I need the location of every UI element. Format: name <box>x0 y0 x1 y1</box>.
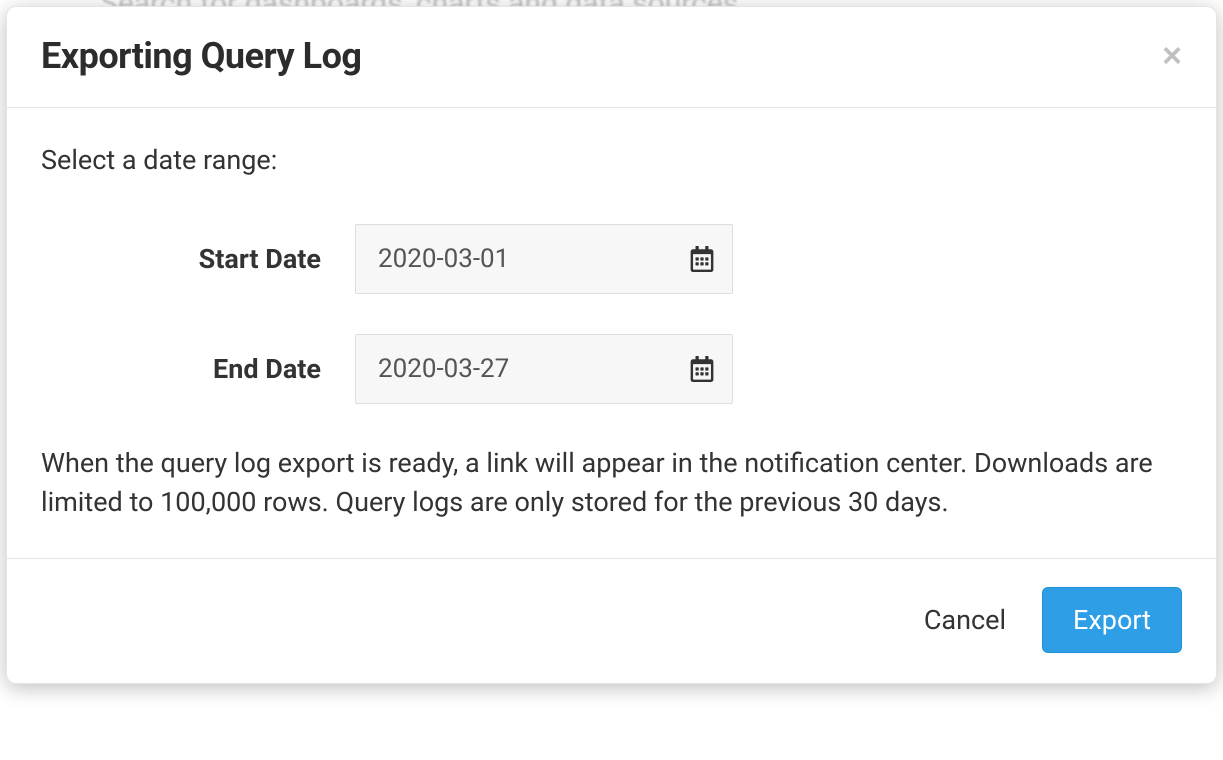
start-date-input[interactable] <box>355 224 733 294</box>
export-info-text: When the query log export is ready, a li… <box>41 444 1182 522</box>
export-button[interactable]: Export <box>1042 587 1182 653</box>
end-date-input[interactable] <box>355 334 733 404</box>
date-range-prompt: Select a date range: <box>41 144 1182 176</box>
end-date-field-wrap <box>355 334 733 404</box>
start-date-field-wrap <box>355 224 733 294</box>
start-date-row: Start Date <box>41 224 1182 294</box>
start-date-label: Start Date <box>41 243 355 275</box>
modal-body: Select a date range: Start Date End Date… <box>7 108 1216 558</box>
modal-header: Exporting Query Log × <box>7 7 1216 108</box>
modal-title: Exporting Query Log <box>41 35 1182 77</box>
end-date-label: End Date <box>41 353 355 385</box>
close-icon[interactable]: × <box>1162 39 1182 73</box>
export-query-log-modal: Exporting Query Log × Select a date rang… <box>6 6 1217 684</box>
modal-footer: Cancel Export <box>7 558 1216 683</box>
cancel-button[interactable]: Cancel <box>918 594 1012 646</box>
end-date-row: End Date <box>41 334 1182 404</box>
